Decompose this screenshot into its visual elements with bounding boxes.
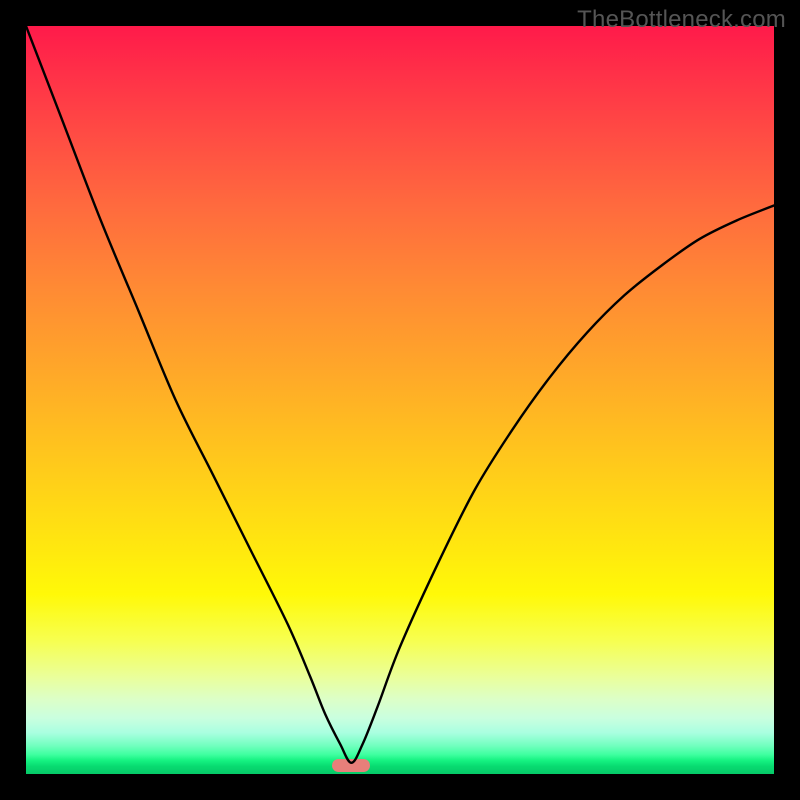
watermark-text: TheBottleneck.com (577, 6, 786, 34)
chart-frame: TheBottleneck.com (0, 0, 800, 800)
curve-path (26, 26, 774, 763)
plot-area (26, 26, 774, 774)
bottleneck-curve (26, 26, 774, 774)
